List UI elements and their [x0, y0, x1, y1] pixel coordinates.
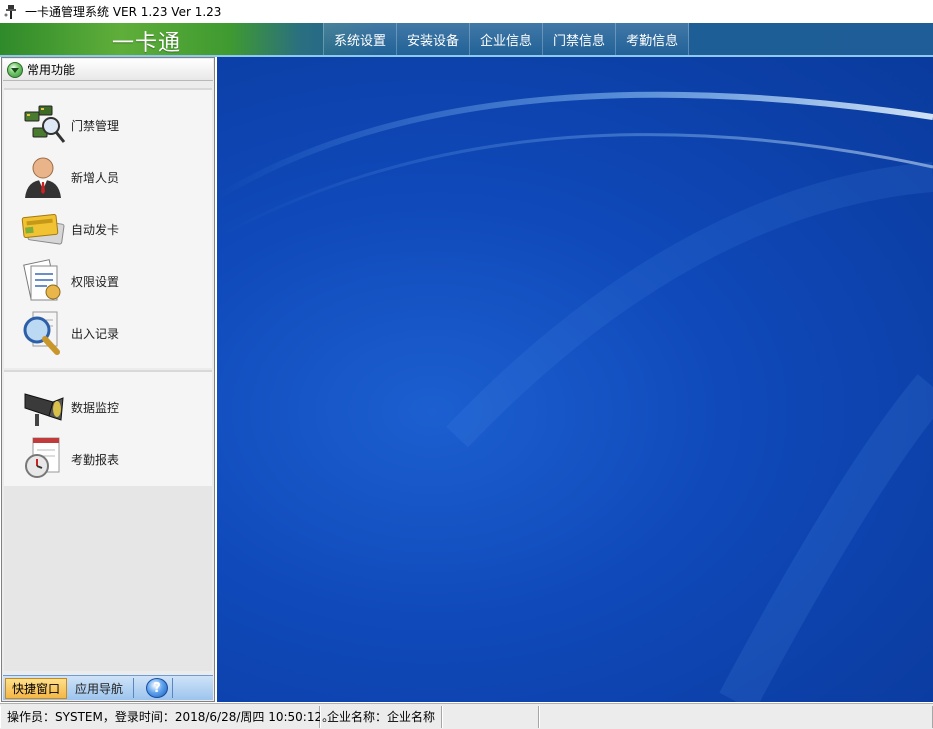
card-icon: [21, 213, 65, 245]
nav-access-info[interactable]: 门禁信息: [542, 23, 616, 55]
stopwatch-icon: [25, 437, 60, 478]
status-company: 企业名称：企业名称: [320, 705, 442, 728]
shortcut-attendance-report[interactable]: 考勤报表: [4, 434, 212, 484]
tab-divider: [172, 678, 174, 698]
desktop-background: [217, 57, 933, 702]
magnifier-icon: [23, 311, 60, 355]
camera-icon: [24, 393, 64, 426]
nav-system-settings[interactable]: 系统设置: [323, 23, 397, 55]
shortcut-label: 新增人员: [71, 170, 120, 185]
shortcut-group-more: 数据监控 考勤报表: [4, 370, 212, 486]
left-panel: 常用功能 门禁管理 新增人员 自动发卡 权限设置 出入记录 数据监控 考勤报表 …: [1, 57, 215, 702]
top-banner: 一卡通 系统设置 安装设备 企业信息 门禁信息 考勤信息: [0, 23, 933, 57]
shortcut-label: 门禁管理: [71, 118, 120, 133]
shortcut-data-monitor[interactable]: 数据监控: [4, 382, 212, 432]
brand-title: 一卡通: [112, 31, 182, 56]
panel-tabbar: 快捷窗口 应用导航 ?: [3, 675, 213, 700]
app-icon: [4, 4, 16, 19]
nav-attendance-info[interactable]: 考勤信息: [615, 23, 690, 55]
nav-company-info[interactable]: 企业信息: [469, 23, 543, 55]
window-title: 一卡通管理系统 VER 1.23 Ver 1.23: [25, 5, 222, 19]
tab-divider: [133, 678, 135, 698]
shortcut-auto-card[interactable]: 自动发卡: [4, 204, 212, 254]
status-operator: 操作员：SYSTEM，登录时间：2018/6/28/周四 10:50:12。: [0, 705, 334, 728]
tab-quick-window[interactable]: 快捷窗口: [5, 677, 68, 699]
window-titlebar: 一卡通管理系统 VER 1.23 Ver 1.23: [0, 0, 933, 23]
status-extra-2: [539, 705, 933, 728]
help-icon[interactable]: ?: [146, 678, 169, 698]
collapse-toggle-icon[interactable]: [7, 61, 23, 78]
shortcut-label: 考勤报表: [71, 452, 120, 467]
status-bar: 操作员：SYSTEM，登录时间：2018/6/28/周四 10:50:12。 企…: [0, 703, 933, 729]
shortcut-access-records[interactable]: 出入记录: [4, 308, 212, 358]
panel-header-label: 常用功能: [27, 63, 76, 77]
status-extra-1: [442, 705, 539, 728]
tab-app-navigation[interactable]: 应用导航: [69, 678, 129, 699]
shortcut-access-control[interactable]: 门禁管理: [4, 100, 212, 150]
top-nav: 系统设置 安装设备 企业信息 门禁信息 考勤信息: [323, 23, 690, 55]
shortcut-permission[interactable]: 权限设置: [4, 256, 212, 306]
shortcut-label: 数据监控: [71, 400, 120, 415]
wallpaper-swoosh: [217, 91, 933, 702]
access-control-icon: [24, 105, 66, 143]
shortcut-group-common: 门禁管理 新增人员 自动发卡 权限设置 出入记录: [4, 88, 212, 368]
permission-icon: [23, 259, 61, 301]
panel-empty-area: [4, 486, 212, 671]
shortcut-label: 权限设置: [71, 274, 120, 289]
nav-install-device[interactable]: 安装设备: [396, 23, 470, 55]
shortcut-label: 自动发卡: [71, 222, 120, 237]
shortcut-add-person[interactable]: 新增人员: [4, 152, 212, 202]
panel-header[interactable]: 常用功能: [3, 59, 213, 81]
person-icon: [25, 157, 61, 198]
shortcut-label: 出入记录: [71, 326, 120, 341]
